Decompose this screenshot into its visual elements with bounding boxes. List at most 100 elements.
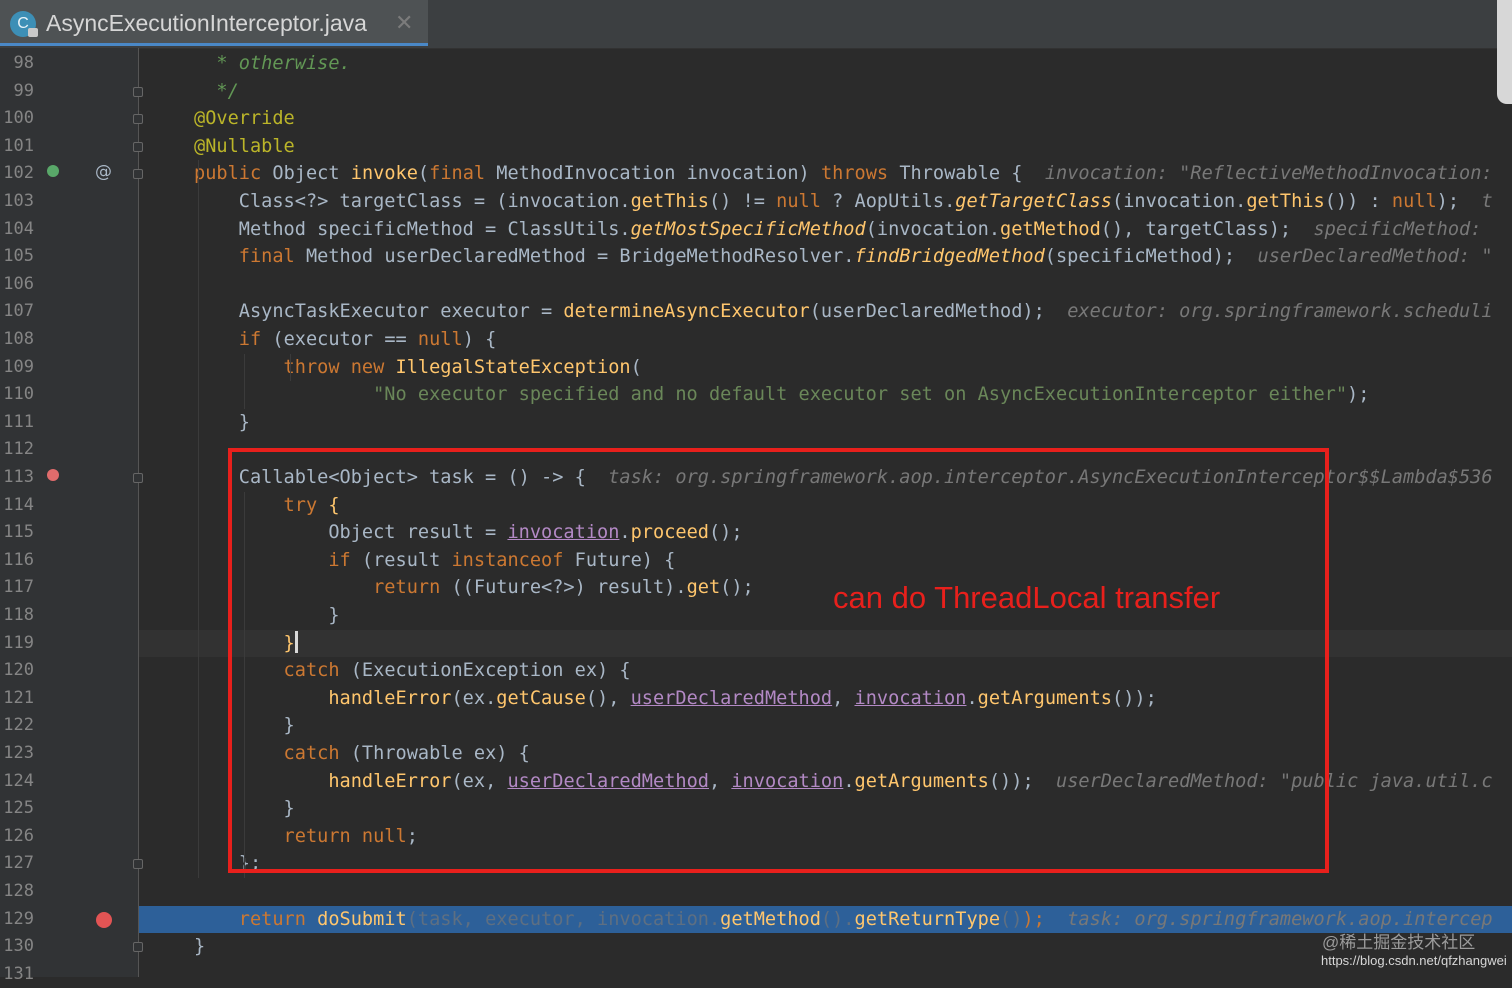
code-line[interactable]: 105 final Method userDeclaredMethod = Br… bbox=[0, 243, 1512, 271]
code-line[interactable]: 104 Method specificMethod = ClassUtils.g… bbox=[0, 216, 1512, 244]
close-icon[interactable]: ✕ bbox=[395, 10, 413, 36]
watermark-url: https://blog.csdn.net/qfzhangwei bbox=[1321, 953, 1507, 968]
code-line[interactable]: 102 @ public Object invoke(final MethodInv… bbox=[0, 160, 1512, 188]
editor-tab-bar: C AsyncExecutionInterceptor.java ✕ bbox=[0, 0, 1512, 49]
line-number: 102 bbox=[3, 163, 34, 184]
line-number: 122 bbox=[3, 715, 34, 736]
code-text[interactable]: Method specificMethod = ClassUtils.getMo… bbox=[194, 216, 1482, 244]
line-number: 101 bbox=[3, 135, 34, 156]
line-number: 131 bbox=[3, 963, 34, 984]
code-text[interactable]: throw new IllegalStateException( bbox=[194, 354, 642, 382]
code-token: if bbox=[194, 329, 273, 350]
code-token: ); bbox=[1347, 384, 1370, 406]
line-number: 117 bbox=[3, 577, 34, 598]
code-line[interactable]: 131 bbox=[0, 961, 1512, 988]
code-token: (). bbox=[820, 908, 855, 930]
code-token: getReturnType bbox=[854, 908, 1001, 930]
code-line[interactable]: 110 "No executor specified and no defaul… bbox=[0, 381, 1512, 409]
code-line[interactable]: 111 } bbox=[0, 409, 1512, 437]
code-token: (userDeclaredMethod); bbox=[809, 301, 1068, 323]
code-token: Method specificMethod = ClassUtils. bbox=[194, 218, 631, 240]
line-number: 112 bbox=[3, 439, 34, 460]
code-token: Object bbox=[272, 163, 351, 185]
lambda-breakpoint-icon[interactable] bbox=[47, 469, 59, 481]
code-text[interactable]: final Method userDeclaredMethod = Bridge… bbox=[194, 243, 1493, 271]
line-number: 103 bbox=[3, 191, 34, 211]
code-line[interactable]: 107 AsyncTaskExecutor executor = determi… bbox=[0, 298, 1512, 326]
code-text[interactable]: */ bbox=[194, 78, 239, 106]
annotation-text: can do ThreadLocal transfer bbox=[833, 580, 1221, 615]
code-line[interactable]: 109 throw new IllegalStateException( bbox=[0, 354, 1512, 382]
override-marker-icon[interactable]: @ bbox=[95, 162, 112, 182]
code-token: (), targetClass); bbox=[1100, 218, 1314, 240]
code-token: executor: org.springframework.scheduli bbox=[1067, 301, 1493, 323]
code-token: getThis bbox=[630, 191, 709, 212]
code-line[interactable]: 98 * otherwise. bbox=[0, 50, 1512, 78]
line-number: 130 bbox=[3, 936, 34, 957]
code-text[interactable]: Class<?> targetClass = (invocation.getTh… bbox=[194, 188, 1493, 216]
code-token: @Override bbox=[194, 108, 295, 130]
code-token: task: org.springframework.aop.intercep bbox=[1067, 908, 1493, 930]
line-number: 108 bbox=[3, 329, 34, 349]
code-line[interactable]: 108 if (executor == null) { bbox=[0, 326, 1512, 354]
code-line[interactable]: 106 bbox=[0, 271, 1512, 299]
line-number: 100 bbox=[3, 108, 34, 129]
code-token: */ bbox=[194, 80, 239, 102]
code-token: (specificMethod); bbox=[1044, 246, 1258, 268]
code-token: "No executor specified and no default ex… bbox=[194, 384, 1348, 406]
tab-async-execution-interceptor[interactable]: C AsyncExecutionInterceptor.java ✕ bbox=[0, 0, 428, 46]
line-number: 109 bbox=[3, 356, 34, 377]
watermark-site: @稀土掘金技术社区 bbox=[1322, 933, 1476, 952]
code-token: AsyncTaskExecutor executor = bbox=[194, 301, 564, 323]
code-line[interactable]: 129 return doSubmit(task, executor, invo… bbox=[0, 905, 1512, 934]
line-number: 111 bbox=[3, 411, 34, 432]
code-token: } bbox=[194, 936, 206, 958]
scrollbar-thumb[interactable] bbox=[1497, 0, 1512, 104]
code-token: null bbox=[776, 191, 833, 212]
line-number: 129 bbox=[3, 908, 34, 929]
code-token: determineAsyncExecutor bbox=[563, 301, 810, 323]
code-token: invoke bbox=[350, 163, 418, 185]
code-token: MethodInvocation invocation) bbox=[496, 163, 821, 185]
code-text[interactable]: @Override bbox=[194, 105, 295, 133]
code-line[interactable]: 100 @Override bbox=[0, 105, 1512, 133]
code-text[interactable]: AsyncTaskExecutor executor = determineAs… bbox=[194, 298, 1493, 326]
code-token: (invocation. bbox=[1112, 191, 1247, 212]
line-number: 107 bbox=[3, 301, 34, 322]
code-text[interactable]: public Object invoke(final MethodInvocat… bbox=[194, 160, 1493, 188]
fold-icon[interactable] bbox=[133, 86, 143, 97]
code-line[interactable]: 101 @Nullable bbox=[0, 133, 1512, 161]
fold-icon[interactable] bbox=[133, 169, 143, 180]
line-number: 124 bbox=[3, 770, 34, 791]
code-text[interactable]: } bbox=[194, 933, 205, 961]
code-text[interactable]: * otherwise. bbox=[194, 50, 350, 78]
code-text[interactable]: @Nullable bbox=[194, 133, 295, 161]
fold-icon[interactable] bbox=[133, 141, 143, 152]
code-token: getMethod bbox=[720, 908, 821, 930]
code-text[interactable]: if (executor == null) { bbox=[194, 326, 497, 354]
code-text[interactable]: } bbox=[194, 409, 250, 437]
code-token: IllegalStateException bbox=[395, 356, 631, 378]
implements-method-icon[interactable] bbox=[47, 165, 59, 178]
code-line[interactable]: 103 Class<?> targetClass = (invocation.g… bbox=[0, 188, 1512, 216]
code-token: getMethod bbox=[1000, 218, 1101, 240]
line-number: 115 bbox=[3, 522, 34, 543]
code-line[interactable]: 99 */ bbox=[0, 78, 1512, 106]
code-token: ); bbox=[1022, 908, 1068, 930]
code-token: ( bbox=[417, 163, 430, 185]
code-token: doSubmit bbox=[317, 908, 407, 930]
code-text[interactable]: "No executor specified and no default ex… bbox=[194, 381, 1369, 409]
breakpoint-icon[interactable] bbox=[96, 911, 112, 928]
code-line[interactable]: 128 bbox=[0, 878, 1512, 906]
code-line[interactable]: 130} bbox=[0, 933, 1512, 961]
code-token: (task, executor, invocation. bbox=[406, 908, 721, 930]
code-token: getMostSpecificMethod bbox=[630, 218, 866, 240]
fold-icon[interactable] bbox=[133, 942, 143, 953]
fold-icon[interactable] bbox=[133, 473, 143, 483]
line-number: 125 bbox=[3, 798, 34, 819]
code-token: ()) : bbox=[1324, 191, 1392, 212]
fold-icon[interactable] bbox=[133, 859, 143, 870]
code-text[interactable]: return doSubmit(task, executor, invocati… bbox=[194, 906, 1493, 934]
fold-icon[interactable] bbox=[133, 114, 143, 125]
line-number: 110 bbox=[3, 384, 34, 405]
